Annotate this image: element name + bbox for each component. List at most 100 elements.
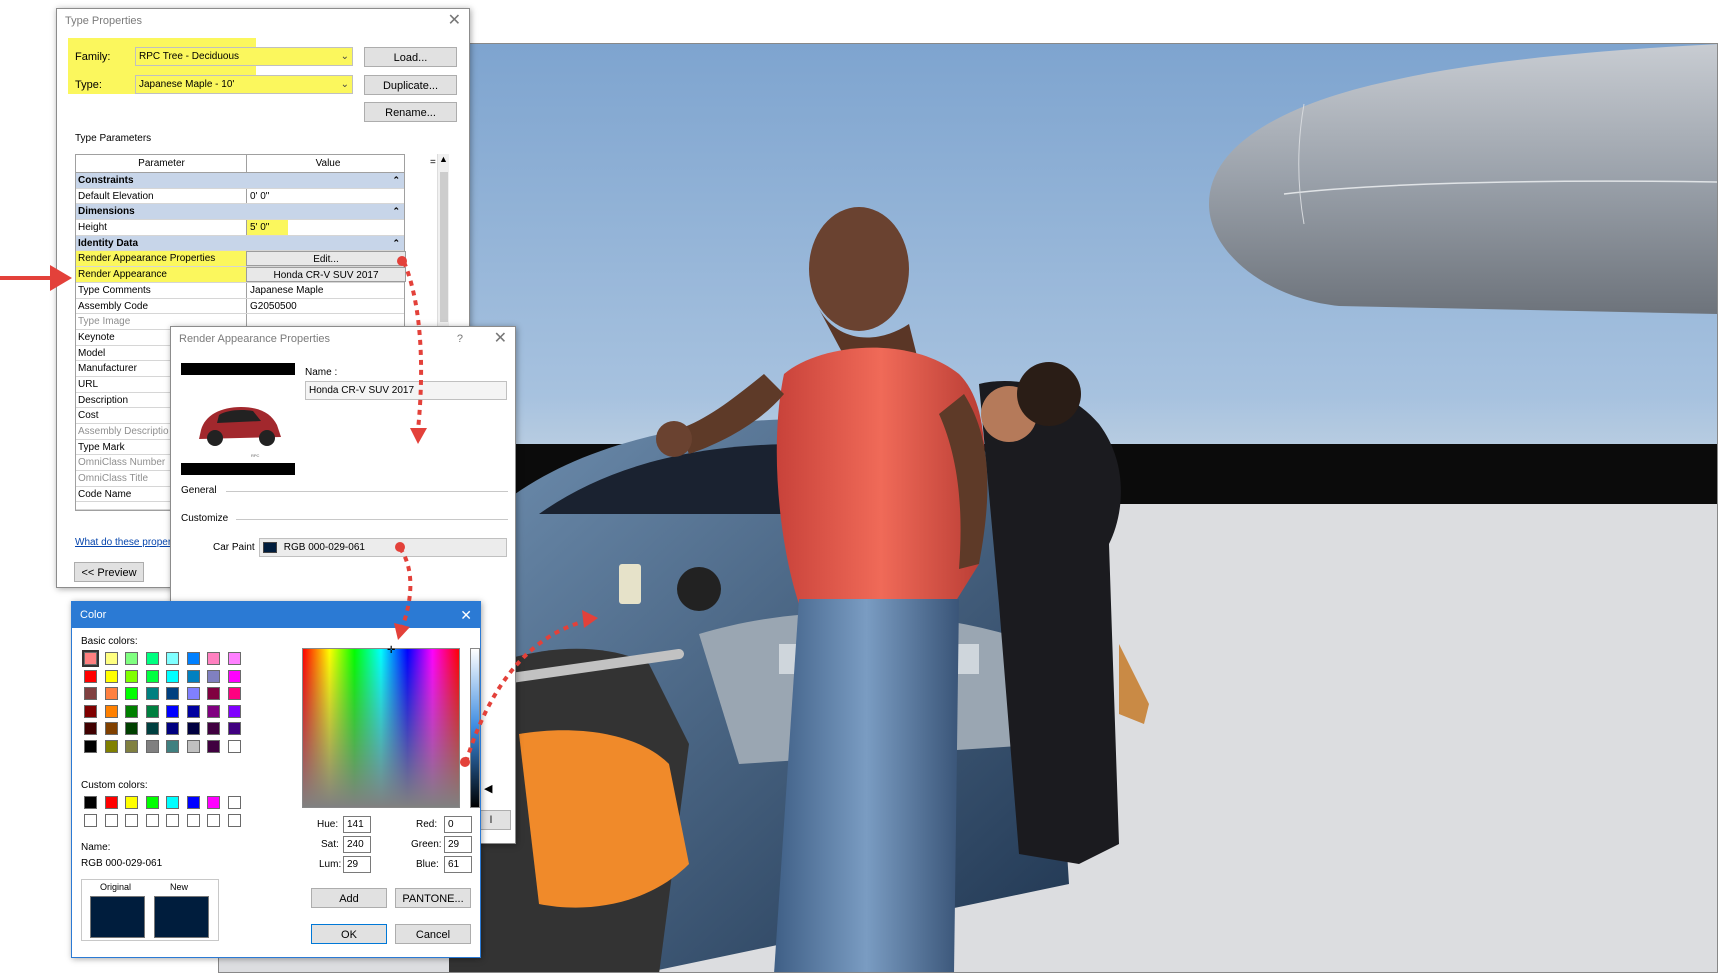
help-icon[interactable]: ? — [457, 327, 463, 351]
sort-icon[interactable]: = — [430, 157, 436, 168]
collapse-icon[interactable]: ⌃ — [392, 173, 400, 188]
ok-button[interactable]: OK — [311, 924, 387, 944]
basic-color-swatch[interactable] — [186, 739, 200, 753]
basic-color-swatch[interactable] — [186, 722, 200, 735]
add-custom-color-button[interactable]: Add — [311, 888, 387, 908]
basic-color-swatch[interactable] — [82, 650, 99, 667]
basic-color-swatch[interactable] — [207, 704, 220, 718]
color-spectrum[interactable]: ✛ — [302, 645, 460, 808]
type-dropdown[interactable]: Japanese Maple - 10' ⌄ — [135, 75, 353, 94]
basic-color-swatch[interactable] — [207, 722, 220, 735]
basic-color-swatch[interactable] — [227, 722, 241, 735]
scroll-up-icon[interactable]: ▲ — [439, 154, 448, 164]
custom-color-swatch[interactable] — [125, 796, 138, 809]
close-icon[interactable]: ✕ — [448, 9, 461, 33]
basic-color-swatch[interactable] — [186, 669, 200, 683]
custom-color-swatch[interactable] — [84, 813, 97, 827]
basic-color-swatch[interactable] — [227, 669, 241, 683]
basic-color-swatch[interactable] — [207, 669, 220, 683]
custom-color-swatch[interactable] — [207, 813, 220, 827]
render-appearance-value-button[interactable]: Honda CR-V SUV 2017 — [246, 267, 406, 282]
basic-color-swatch[interactable] — [125, 739, 138, 753]
family-dropdown[interactable]: RPC Tree - Deciduous ⌄ — [135, 47, 353, 66]
duplicate-button[interactable]: Duplicate... — [364, 75, 457, 95]
basic-color-swatch[interactable] — [186, 704, 200, 718]
red-field[interactable]: 0 — [444, 816, 472, 833]
collapse-icon[interactable]: ⌃ — [392, 204, 400, 219]
basic-color-swatch[interactable] — [125, 704, 138, 718]
scroll-thumb[interactable] — [440, 172, 448, 322]
basic-color-swatch[interactable] — [145, 652, 159, 665]
basic-color-swatch[interactable] — [166, 704, 179, 718]
preview-button[interactable]: << Preview — [74, 562, 144, 582]
custom-color-swatch[interactable] — [125, 813, 138, 827]
basic-color-swatch[interactable] — [186, 687, 200, 700]
custom-color-swatch[interactable] — [166, 813, 179, 827]
custom-color-swatch[interactable] — [104, 813, 118, 827]
name-field[interactable]: Honda CR-V SUV 2017 — [305, 381, 507, 400]
basic-color-swatch[interactable] — [145, 722, 159, 735]
luminosity-arrow-icon[interactable]: ◀ — [484, 782, 492, 795]
basic-color-swatch[interactable] — [104, 652, 118, 665]
custom-color-swatch[interactable] — [104, 796, 118, 809]
basic-color-swatch[interactable] — [84, 722, 97, 735]
blue-field[interactable]: 61 — [444, 856, 472, 873]
luminosity-strip[interactable] — [470, 648, 480, 808]
basic-color-swatch[interactable] — [84, 687, 97, 700]
group-dimensions[interactable]: Dimensions ⌃ — [76, 204, 404, 221]
basic-color-swatch[interactable] — [186, 652, 200, 665]
basic-color-swatch[interactable] — [104, 687, 118, 700]
basic-color-swatch[interactable] — [84, 704, 97, 718]
custom-color-swatch[interactable] — [227, 796, 241, 809]
pantone-button[interactable]: PANTONE... — [395, 888, 471, 908]
custom-color-swatch[interactable] — [186, 813, 200, 827]
basic-color-swatch[interactable] — [207, 652, 220, 665]
basic-color-swatch[interactable] — [84, 669, 97, 683]
cancel-button[interactable]: Cancel — [395, 924, 471, 944]
basic-color-swatch[interactable] — [104, 704, 118, 718]
close-icon[interactable]: ✕ — [460, 602, 472, 628]
basic-color-swatch[interactable] — [166, 652, 179, 665]
basic-color-swatch[interactable] — [227, 704, 241, 718]
basic-color-swatch[interactable] — [125, 687, 138, 700]
row-type-comments[interactable]: Type Comments Japanese Maple — [76, 282, 404, 299]
close-icon[interactable]: ✕ — [494, 327, 507, 351]
basic-color-swatch[interactable] — [104, 739, 118, 753]
custom-color-swatch[interactable] — [166, 796, 179, 809]
car-paint-field[interactable]: RGB 000-029-061 — [259, 538, 507, 557]
basic-color-swatch[interactable] — [207, 687, 220, 700]
basic-color-swatch[interactable] — [125, 669, 138, 683]
basic-color-swatch[interactable] — [166, 669, 179, 683]
group-constraints[interactable]: Constraints ⌃ — [76, 173, 404, 189]
collapse-icon[interactable]: ⌃ — [392, 236, 400, 251]
basic-color-swatch[interactable] — [227, 739, 241, 753]
custom-color-swatch[interactable] — [227, 813, 241, 827]
basic-color-swatch[interactable] — [145, 739, 159, 753]
basic-color-swatch[interactable] — [166, 739, 179, 753]
basic-color-swatch[interactable] — [166, 687, 179, 700]
group-identity-data[interactable]: Identity Data ⌃ — [76, 235, 404, 252]
basic-color-swatch[interactable] — [207, 739, 220, 753]
custom-color-swatch[interactable] — [186, 796, 200, 809]
sat-field[interactable]: 240 — [343, 836, 371, 853]
basic-color-swatch[interactable] — [227, 652, 241, 665]
col-value-header[interactable]: Value — [246, 155, 406, 172]
green-field[interactable]: 29 — [444, 836, 472, 853]
col-parameter-header[interactable]: Parameter — [78, 155, 245, 173]
row-assembly-code[interactable]: Assembly Code G2050500 — [76, 298, 404, 315]
row-height[interactable]: Height 5' 0" — [76, 220, 404, 236]
basic-color-swatch[interactable] — [104, 669, 118, 683]
custom-color-swatch[interactable] — [84, 796, 97, 809]
hue-field[interactable]: 141 — [343, 816, 371, 833]
rename-button[interactable]: Rename... — [364, 102, 457, 122]
basic-color-swatch[interactable] — [125, 652, 138, 665]
load-button[interactable]: Load... — [364, 47, 457, 67]
row-default-elevation[interactable]: Default Elevation 0' 0" — [76, 188, 404, 205]
basic-color-swatch[interactable] — [145, 687, 159, 700]
basic-color-swatch[interactable] — [104, 722, 118, 735]
custom-color-swatch[interactable] — [207, 796, 220, 809]
basic-color-swatch[interactable] — [84, 739, 97, 753]
basic-color-swatch[interactable] — [166, 722, 179, 735]
row-render-appearance[interactable]: Render Appearance Honda CR-V SUV 2017 — [76, 267, 406, 283]
lum-field[interactable]: 29 — [343, 856, 371, 873]
